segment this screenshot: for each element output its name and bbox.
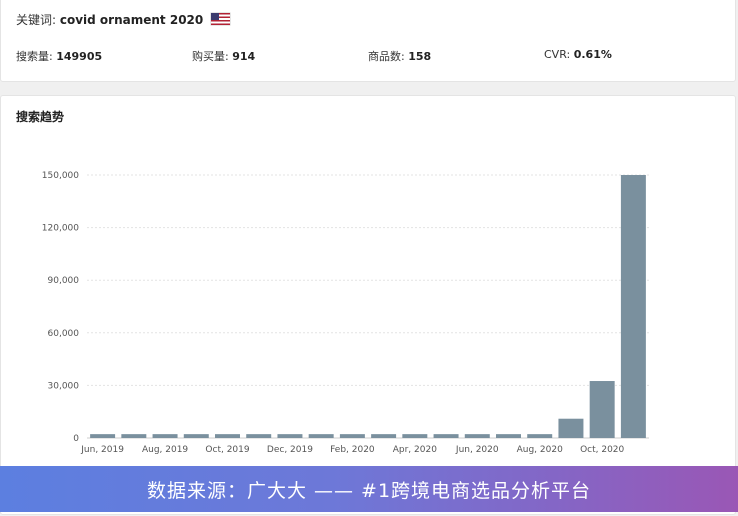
- x-tick-label: Feb, 2020: [330, 445, 375, 455]
- keyword-value: covid ornament 2020: [59, 13, 204, 27]
- metric-search-volume: 搜索量: 149905: [16, 48, 102, 64]
- bar: [589, 381, 615, 438]
- keyword-summary-card: 关键词: covid ornament 2020 搜索量: 149905 购买量…: [0, 0, 736, 82]
- us-flag-icon: [211, 13, 231, 25]
- search-trend-chart: 0 30,000 60,000 90,000 120,000 150,000 Jun, 20…: [42, 171, 649, 455]
- metric-value: 914: [232, 50, 256, 63]
- bar: [620, 175, 646, 438]
- keyword-line: 关键词: covid ornament 2020: [16, 11, 231, 28]
- bar: [152, 434, 178, 438]
- y-tick-label: 90,000: [48, 276, 80, 286]
- y-tick-label: 60,000: [48, 329, 80, 339]
- metric-purchases: 购买量: 914: [192, 48, 255, 64]
- bar: [558, 418, 584, 438]
- metric-label: 商品数:: [368, 50, 405, 63]
- bar: [277, 434, 303, 438]
- x-tick-label: Aug, 2019: [142, 445, 188, 455]
- bar: [215, 434, 240, 438]
- x-tick-label: Oct, 2020: [580, 445, 624, 455]
- source-banner: 数据来源：广大大 —— #1跨境电商选品分析平台: [0, 466, 738, 512]
- x-tick-label: Jun, 2020: [455, 445, 499, 455]
- bar: [433, 434, 459, 438]
- bar: [183, 434, 209, 438]
- keyword-label: 关键词:: [16, 13, 57, 27]
- bar: [121, 434, 147, 438]
- bar: [371, 434, 397, 438]
- x-tick-label: Oct, 2019: [205, 445, 249, 455]
- bar: [527, 434, 553, 438]
- metric-value: 149905: [56, 50, 103, 63]
- metric-cvr: CVR: 0.61%: [544, 48, 612, 61]
- metric-product-count: 商品数: 158: [368, 48, 431, 64]
- y-tick-label: 0: [73, 434, 79, 444]
- y-tick-label: 120,000: [42, 224, 79, 234]
- banner-text: 数据来源：广大大 —— #1跨境电商选品分析平台: [146, 479, 592, 502]
- metric-value: 158: [408, 50, 432, 63]
- metric-label: CVR:: [544, 48, 571, 61]
- bar: [402, 434, 428, 438]
- x-tick-label: Jun, 2019: [80, 445, 124, 455]
- metric-value: 0.61%: [573, 48, 612, 61]
- metric-label: 购买量:: [192, 50, 229, 63]
- search-trend-card: 搜索趋势 0 30,000 60,000 90,000 120,000 150,000 Ju…: [0, 95, 736, 515]
- bar: [339, 434, 365, 438]
- bar: [464, 434, 490, 438]
- x-tick-label: Apr, 2020: [393, 445, 437, 455]
- metric-label: 搜索量:: [16, 50, 53, 63]
- bar: [246, 434, 272, 438]
- x-tick-label: Aug, 2020: [517, 445, 563, 455]
- y-tick-label: 150,000: [42, 171, 79, 181]
- x-tick-label: Dec, 2019: [267, 445, 313, 455]
- y-tick-label: 30,000: [48, 381, 80, 391]
- bar: [308, 434, 334, 438]
- bar: [496, 434, 521, 438]
- bar: [90, 434, 116, 438]
